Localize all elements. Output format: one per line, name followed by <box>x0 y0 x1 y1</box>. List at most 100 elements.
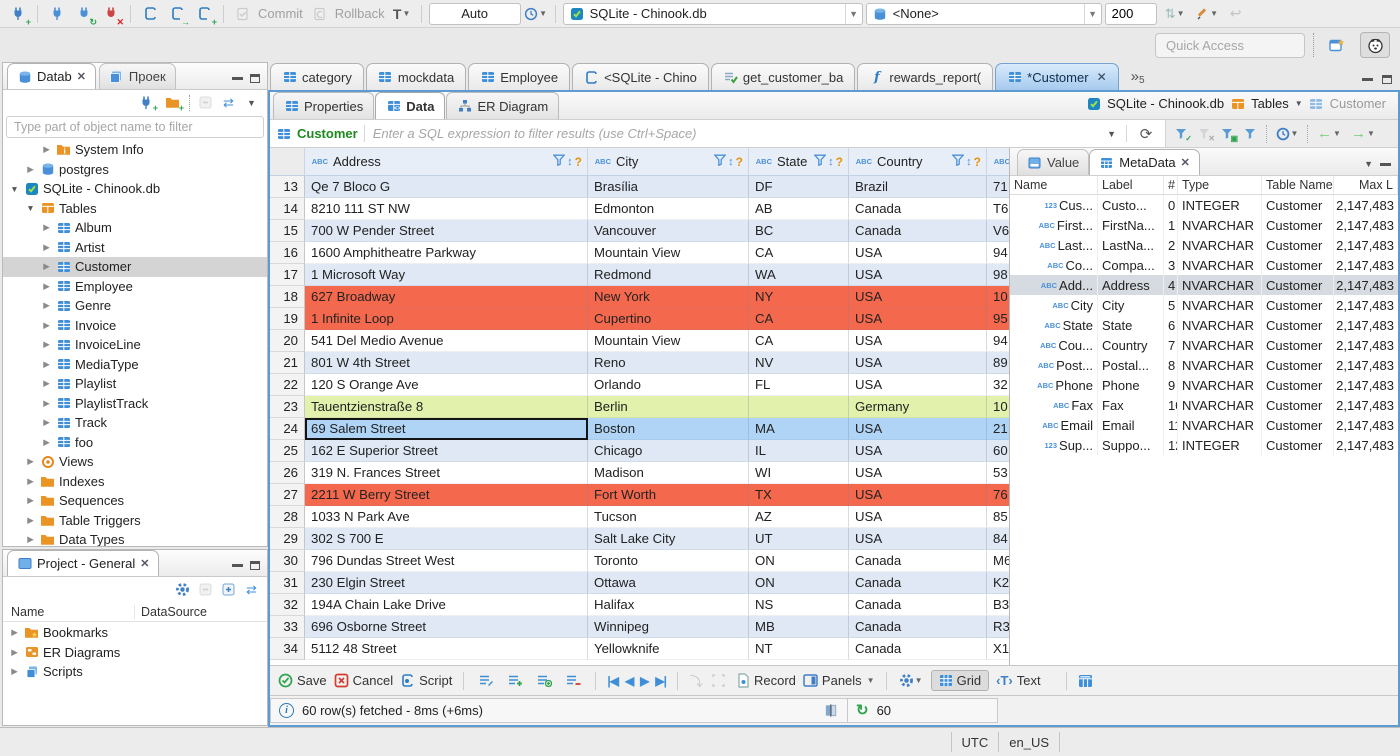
minimize-icon[interactable] <box>1380 162 1391 166</box>
save-filter-icon[interactable]: ▣ <box>1220 126 1238 143</box>
data-cell[interactable]: Yellowknife <box>588 638 749 660</box>
data-cell[interactable]: Boston <box>588 418 749 440</box>
meta-row-phone[interactable]: ABC Phone Phone 9 NVARCHAR Customer 2,147,483 <box>1010 375 1398 395</box>
column-header-country[interactable]: ABC Country ↕? <box>849 148 987 175</box>
table-row[interactable]: 15 700 W Pender Street Vancouver BC Canada V6 <box>270 220 1009 242</box>
meta-cell[interactable]: NVARCHAR <box>1178 415 1262 435</box>
tab-value[interactable]: Value <box>1017 149 1090 175</box>
data-cell[interactable]: TX <box>749 484 849 506</box>
data-cell[interactable]: 230 Elgin Street <box>305 572 588 594</box>
meta-cell[interactable]: 2,147,483 <box>1334 255 1398 275</box>
rollback-icon[interactable] <box>308 3 332 25</box>
close-tab-icon[interactable]: ✕ <box>1181 156 1190 169</box>
meta-name-cell[interactable]: ABC City <box>1010 295 1098 315</box>
data-cell[interactable]: 696 Osborne Street <box>305 616 588 638</box>
data-cell[interactable]: Brasília <box>588 176 749 198</box>
editor-tab-customer[interactable]: *Customer ✕ <box>995 63 1119 90</box>
tab-database-navigator[interactable]: Datab ✕ <box>7 63 96 89</box>
data-cell[interactable]: Germany <box>849 396 987 418</box>
meta-cell[interactable]: Suppo... <box>1098 435 1164 455</box>
editor-tab-mockdata[interactable]: mockdata <box>365 63 467 90</box>
transaction-mode-combo[interactable]: Auto <box>428 2 521 25</box>
filter-funnel-icon[interactable] <box>713 154 727 169</box>
object-filter-input[interactable] <box>6 116 264 138</box>
table-row[interactable]: 25 162 E Superior Street Chicago IL USA 60 <box>270 440 1009 462</box>
row-number-cell[interactable]: 33 <box>270 616 305 638</box>
transaction-history-icon[interactable]: ▼ <box>524 3 548 25</box>
new-connection-icon[interactable]: + <box>6 3 31 26</box>
meta-cell[interactable]: 8 <box>1164 355 1178 375</box>
row-number-cell[interactable]: 18 <box>270 286 305 308</box>
expander-closed-icon[interactable]: ▶ <box>41 242 52 253</box>
meta-cell[interactable]: Customer <box>1262 375 1334 395</box>
tree-item-tables[interactable]: ▼ Tables <box>3 199 267 219</box>
data-cell[interactable]: Cupertino <box>588 308 749 330</box>
data-cell[interactable]: USA <box>849 242 987 264</box>
meta-cell[interactable]: FirstNa... <box>1098 215 1164 235</box>
meta-cell[interactable]: Address <box>1098 275 1164 295</box>
data-cell[interactable]: Chicago <box>588 440 749 462</box>
meta-cell[interactable]: 2,147,483 <box>1334 395 1398 415</box>
script-button[interactable]: Script <box>400 673 452 688</box>
tree-item-invoice[interactable]: ▶ Invoice <box>3 316 267 336</box>
editor-tab-category[interactable]: category <box>270 63 364 90</box>
expander-closed-icon[interactable]: ▶ <box>25 164 36 175</box>
tab-properties[interactable]: Properties <box>273 92 375 119</box>
tree-item-indexes[interactable]: ▶ Indexes <box>3 472 267 492</box>
expander-closed-icon[interactable]: ▶ <box>41 417 52 428</box>
data-cell[interactable]: 796 Dundas Street West <box>305 550 588 572</box>
data-cell[interactable]: BC <box>749 220 849 242</box>
data-cell[interactable]: Ottawa <box>588 572 749 594</box>
column-header-partial[interactable]: ABC <box>987 148 1009 175</box>
data-cell[interactable]: IL <box>749 440 849 462</box>
close-tab-icon[interactable]: ✕ <box>77 70 86 83</box>
dropdown-arrow-icon[interactable]: ▼ <box>844 3 862 24</box>
data-cell[interactable]: 84 <box>987 528 1009 550</box>
data-cell[interactable]: 1033 N Park Ave <box>305 506 588 528</box>
meta-column-name[interactable]: Name <box>1010 176 1098 194</box>
expander-closed-icon[interactable]: ▶ <box>41 320 52 331</box>
expander-closed-icon[interactable]: ▶ <box>25 456 36 467</box>
meta-cell[interactable]: NVARCHAR <box>1178 275 1262 295</box>
data-cell[interactable]: 94 <box>987 242 1009 264</box>
row-number-cell[interactable]: 26 <box>270 462 305 484</box>
meta-cell[interactable]: State <box>1098 315 1164 335</box>
data-cell[interactable]: CA <box>749 330 849 352</box>
meta-cell[interactable]: 2,147,483 <box>1334 315 1398 335</box>
data-cell[interactable]: Toronto <box>588 550 749 572</box>
data-cell[interactable]: V6 <box>987 220 1009 242</box>
meta-row-state[interactable]: ABC State State 6 NVARCHAR Customer 2,147,483 <box>1010 315 1398 335</box>
tree-item-system-info[interactable]: ▶ i System Info <box>3 140 267 160</box>
view-menu-icon[interactable]: ▼ <box>1364 159 1373 169</box>
project-item-scripts[interactable]: ▶ Scripts <box>3 662 267 682</box>
meta-cell[interactable]: Customer <box>1262 255 1334 275</box>
sort-icon[interactable]: ↕ <box>828 156 834 168</box>
cancel-button[interactable]: Cancel <box>334 673 393 688</box>
data-cell[interactable]: USA <box>849 418 987 440</box>
data-cell[interactable]: Halifax <box>588 594 749 616</box>
row-number-cell[interactable]: 22 <box>270 374 305 396</box>
filter-funnel-icon[interactable] <box>552 154 566 169</box>
table-row[interactable]: 33 696 Osborne Street Winnipeg MB Canada R3 <box>270 616 1009 638</box>
breadcrumb-container[interactable]: Tables <box>1251 96 1289 111</box>
row-number-cell[interactable]: 19 <box>270 308 305 330</box>
table-row[interactable]: 13 Qe 7 Bloco G Brasília DF Brazil 71 <box>270 176 1009 198</box>
meta-row-compa---[interactable]: ABC Co... Compa... 3 NVARCHAR Customer 2,147,4… <box>1010 255 1398 275</box>
data-cell[interactable]: 8210 111 ST NW <box>305 198 588 220</box>
filter-funnel-icon[interactable] <box>951 154 965 169</box>
meta-name-cell[interactable]: ABC First... <box>1010 215 1098 235</box>
meta-cell[interactable]: 2,147,483 <box>1334 435 1398 455</box>
data-cell[interactable]: 801 W 4th Street <box>305 352 588 374</box>
table-row[interactable]: 26 319 N. Frances Street Madison WI USA 53 <box>270 462 1009 484</box>
data-cell[interactable]: WA <box>749 264 849 286</box>
meta-cell[interactable]: 7 <box>1164 335 1178 355</box>
pin-columns-icon[interactable] <box>824 703 839 718</box>
meta-cell[interactable]: NVARCHAR <box>1178 255 1262 275</box>
row-number-cell[interactable]: 15 <box>270 220 305 242</box>
dbeaver-perspective-icon[interactable] <box>1360 32 1390 58</box>
data-cell[interactable]: Brazil <box>849 176 987 198</box>
meta-cell[interactable]: NVARCHAR <box>1178 295 1262 315</box>
data-cell[interactable]: CA <box>749 242 849 264</box>
data-cell[interactable]: USA <box>849 484 987 506</box>
new-sql-script-icon[interactable]: + <box>192 3 217 26</box>
